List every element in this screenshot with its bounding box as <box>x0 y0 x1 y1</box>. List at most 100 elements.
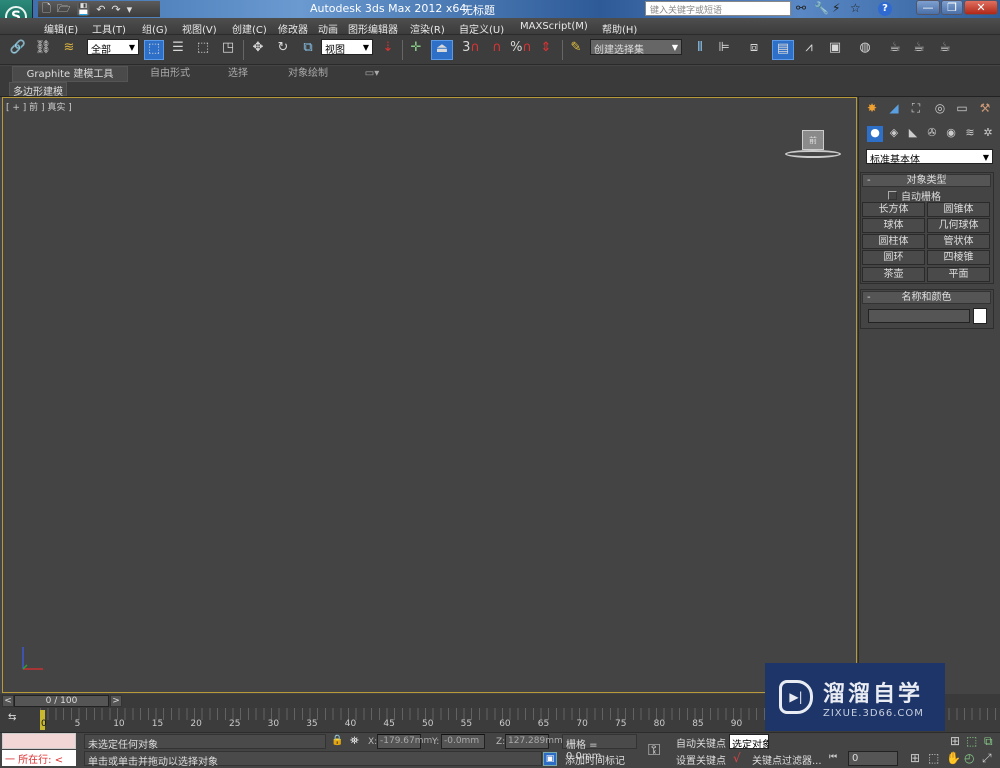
menu-modifiers[interactable]: 修改器 <box>278 21 308 36</box>
object-name-field[interactable] <box>868 309 970 323</box>
autogrid-checkbox[interactable]: 自动栅格 <box>888 188 941 203</box>
viewcube-compass-ring[interactable] <box>785 150 841 158</box>
polygon-modeling-panel[interactable]: 多边形建模 <box>9 82 67 98</box>
align-icon[interactable]: ⊫ <box>714 40 734 60</box>
set-key-button[interactable]: 设置关键点 <box>676 752 726 767</box>
select-by-name-icon[interactable]: ☰ <box>168 40 188 60</box>
selection-filter-dropdown[interactable]: 全部 ▼ <box>87 39 139 56</box>
modify-tab-icon[interactable]: ◢ <box>884 101 904 118</box>
spinner-snap-icon[interactable]: ⇕ <box>535 40 557 60</box>
cone-button[interactable]: 圆锥体 <box>927 202 990 217</box>
space-warps-icon[interactable]: ≋ <box>962 126 978 142</box>
viewport-front[interactable] <box>2 97 857 693</box>
x-coordinate-field[interactable]: -179.67mm <box>377 734 432 749</box>
select-and-scale-icon[interactable]: ⧉ <box>298 40 318 60</box>
menu-maxscript[interactable]: MAXScript(M) <box>520 21 588 32</box>
cameras-icon[interactable]: ✇ <box>924 126 940 142</box>
y-coordinate-field[interactable]: -0.0mm <box>441 734 485 749</box>
zoom-region-icon[interactable]: ⬚ <box>928 751 939 765</box>
unlink-selection-icon[interactable]: ⛓ <box>33 40 53 60</box>
save-file-icon[interactable]: 💾 <box>77 3 91 16</box>
menu-group[interactable]: 组(G) <box>142 21 168 36</box>
go-to-start-icon[interactable]: ⏮ <box>829 752 837 762</box>
rendered-frame-window-icon[interactable]: ☕ <box>908 40 930 60</box>
teapot-button[interactable]: 茶壶 <box>862 267 925 282</box>
add-time-tag-button[interactable]: 添加时间标记 <box>565 752 625 767</box>
zoom-extents-icon[interactable]: ⬚ <box>966 734 977 748</box>
object-color-swatch[interactable] <box>973 308 987 324</box>
utilities-tab-icon[interactable]: ⚒ <box>975 101 995 118</box>
new-file-icon[interactable]: 🗋 <box>42 0 51 19</box>
plane-button[interactable]: 平面 <box>927 267 990 282</box>
hierarchy-tab-icon[interactable]: ⛶ <box>906 101 926 118</box>
named-selection-dropdown[interactable]: 创建选择集 ▼ <box>590 39 682 56</box>
torus-button[interactable]: 圆环 <box>862 250 925 265</box>
helpers-icon[interactable]: ◉ <box>943 126 959 142</box>
cylinder-button[interactable]: 圆柱体 <box>862 234 925 249</box>
selected-set-dropdown[interactable]: 选定对象 <box>729 734 769 749</box>
rectangular-selection-region-icon[interactable]: ⬚ <box>193 40 213 60</box>
select-and-manipulate-icon[interactable]: ✛ <box>406 40 426 60</box>
zoom-extents-all-icon[interactable]: ⊞ <box>950 734 960 748</box>
snaps-toggle-icon[interactable]: 3∩ <box>460 40 482 60</box>
menu-rendering[interactable]: 渲染(R) <box>410 21 445 36</box>
viewport-label[interactable]: [ + ] 前 ] 真实 ] <box>6 100 72 113</box>
window-crossing-icon[interactable]: ◳ <box>218 40 238 60</box>
current-frame-spinner[interactable]: 0 <box>848 751 898 766</box>
render-setup-icon[interactable]: ☕ <box>884 40 906 60</box>
lock-selection-icon[interactable]: 🔒 <box>331 735 343 746</box>
create-tab-icon[interactable]: ✸ <box>862 101 882 118</box>
maxscript-line[interactable]: 一 所在行: < <box>2 750 76 766</box>
select-object-icon[interactable]: ⬚ <box>144 40 164 60</box>
orbit-icon[interactable]: ◴ <box>964 751 974 765</box>
pan-view-icon[interactable]: ✋ <box>946 751 961 765</box>
name-and-color-rollout-header[interactable]: - 名称和颜色 <box>862 291 991 304</box>
ribbon-tab-selection[interactable]: 选择 <box>218 66 258 82</box>
edit-named-selection-icon[interactable]: ✎ <box>566 40 586 60</box>
menu-tools[interactable]: 工具(T) <box>92 21 126 36</box>
display-tab-icon[interactable]: ▭ <box>952 101 972 118</box>
default-in-out-tangent-icon[interactable]: √ <box>733 751 741 765</box>
ribbon-options-icon[interactable]: ▭▾ <box>360 66 384 82</box>
systems-icon[interactable]: ✲ <box>980 126 996 142</box>
keyboard-shortcut-override-icon[interactable]: ⏏ <box>431 40 453 60</box>
previous-frame-button[interactable]: < <box>2 695 14 707</box>
menu-animation[interactable]: 动画 <box>318 21 338 36</box>
zoom-extents-selected-icon[interactable]: ⧉ <box>984 734 993 749</box>
object-type-rollout-header[interactable]: - 对象类型 <box>862 174 991 187</box>
material-editor-icon[interactable]: ◍ <box>854 40 876 60</box>
layer-manager-icon[interactable]: ⧈ <box>744 40 764 60</box>
use-pivot-center-icon[interactable]: ⇣ <box>378 40 398 60</box>
select-and-rotate-icon[interactable]: ↻ <box>273 40 293 60</box>
open-file-icon[interactable]: 🗁 <box>57 0 71 19</box>
auto-key-button[interactable]: 自动关键点 <box>676 735 726 750</box>
object-category-dropdown[interactable]: 标准基本体 ▼ <box>866 149 993 166</box>
shapes-icon[interactable]: ◈ <box>886 126 902 142</box>
binoculars-icon[interactable]: ⚯ <box>796 1 806 15</box>
minimize-button[interactable]: — <box>916 0 940 15</box>
reference-coordinate-dropdown[interactable]: 视图 ▼ <box>321 39 373 56</box>
ribbon-tab-object-paint[interactable]: 对象绘制 <box>278 66 338 82</box>
box-button[interactable]: 长方体 <box>862 202 925 217</box>
wrench-icon[interactable]: 🔧 <box>814 1 829 15</box>
geometry-icon[interactable]: ● <box>867 126 883 142</box>
percent-snap-icon[interactable]: %∩ <box>510 40 532 60</box>
set-keys-key-icon[interactable]: ⚿ <box>648 740 660 760</box>
help-icon[interactable]: ? <box>878 2 892 16</box>
maxscript-listener-mini[interactable] <box>2 733 76 749</box>
schematic-view-icon[interactable]: ▣ <box>824 40 846 60</box>
menu-help[interactable]: 帮助(H) <box>602 21 637 36</box>
add-time-tag-icon[interactable]: ▣ <box>543 752 557 766</box>
favorites-star-icon[interactable]: ☆ <box>850 1 861 15</box>
viewcube[interactable]: 前 <box>802 130 824 150</box>
geosphere-button[interactable]: 几何球体 <box>927 218 990 233</box>
graphite-toggle-icon[interactable]: ▤ <box>772 40 794 60</box>
time-configuration-icon[interactable]: ⊞ <box>910 751 920 765</box>
time-slider[interactable]: 0 / 100 <box>14 695 109 707</box>
tube-button[interactable]: 管状体 <box>927 234 990 249</box>
menu-graph-editors[interactable]: 图形编辑器 <box>348 21 398 36</box>
close-button[interactable]: ✕ <box>964 0 998 15</box>
select-and-link-icon[interactable]: 🔗 <box>8 40 28 60</box>
z-coordinate-field[interactable]: 127.289mm <box>505 734 563 749</box>
menu-views[interactable]: 视图(V) <box>182 21 217 36</box>
